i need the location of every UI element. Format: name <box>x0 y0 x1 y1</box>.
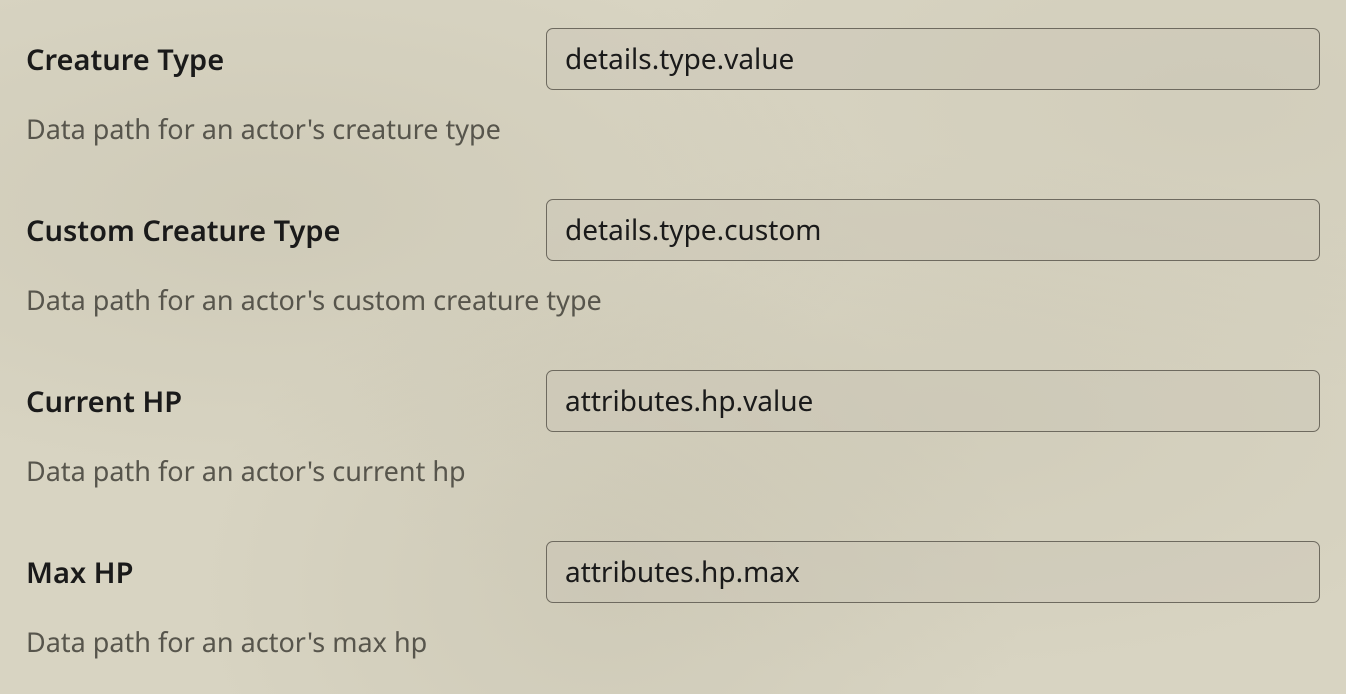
setting-input-max-hp[interactable] <box>546 541 1320 603</box>
setting-hint-creature-type: Data path for an actor's creature type <box>26 110 1320 147</box>
setting-row-top: Current HP <box>26 370 1320 432</box>
setting-hint-custom-creature-type: Data path for an actor's custom creature… <box>26 281 1320 318</box>
setting-label-creature-type: Creature Type <box>26 40 546 79</box>
setting-hint-max-hp: Data path for an actor's max hp <box>26 623 1320 660</box>
setting-row-max-hp: Max HP Data path for an actor's max hp <box>26 541 1320 660</box>
setting-label-current-hp: Current HP <box>26 382 546 421</box>
setting-hint-current-hp: Data path for an actor's current hp <box>26 452 1320 489</box>
setting-input-current-hp[interactable] <box>546 370 1320 432</box>
setting-label-max-hp: Max HP <box>26 553 546 592</box>
setting-row-creature-type: Creature Type Data path for an actor's c… <box>26 28 1320 147</box>
setting-row-top: Custom Creature Type <box>26 199 1320 261</box>
setting-row-current-hp: Current HP Data path for an actor's curr… <box>26 370 1320 489</box>
setting-input-creature-type[interactable] <box>546 28 1320 90</box>
setting-label-custom-creature-type: Custom Creature Type <box>26 211 546 250</box>
setting-row-custom-creature-type: Custom Creature Type Data path for an ac… <box>26 199 1320 318</box>
setting-input-custom-creature-type[interactable] <box>546 199 1320 261</box>
setting-row-top: Creature Type <box>26 28 1320 90</box>
setting-row-top: Max HP <box>26 541 1320 603</box>
